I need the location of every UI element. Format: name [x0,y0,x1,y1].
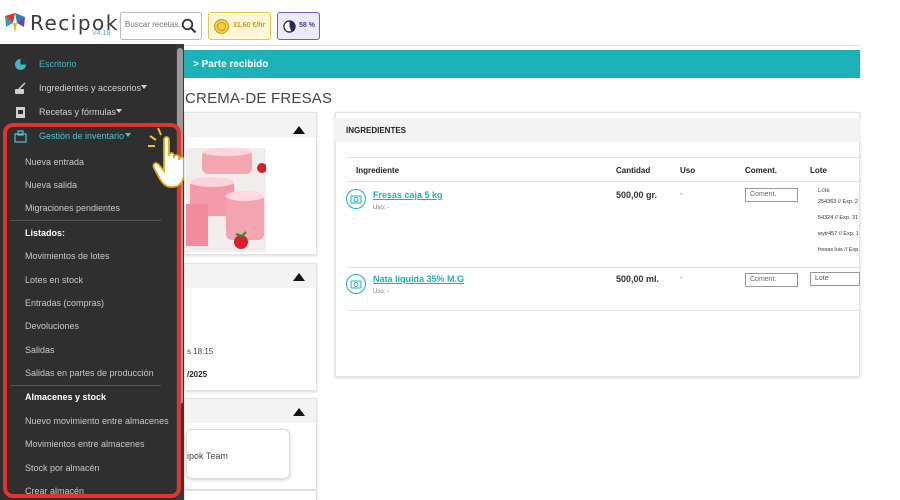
pie-chart-icon [15,59,26,70]
percent-badge[interactable]: 58 % [277,12,320,40]
sidebar-item-ingredientes[interactable]: Ingredientes y accesorios [0,76,176,100]
search-input[interactable] [125,20,183,29]
lote-option[interactable]: 254363 // Exp. 2 [818,199,858,205]
percent-value: 58 % [299,22,315,29]
coins-icon [214,19,229,34]
team-name: ipok Team [187,451,228,461]
table-divider [347,157,860,158]
camera-icon[interactable] [346,274,366,294]
sidebar-item-escritorio[interactable]: Escritorio [0,52,176,76]
chevron-down-icon [116,109,122,113]
lote-option[interactable]: wytr457 // Exp. 1 [818,231,859,237]
ingredient-quantity: 500,00 ml. [616,274,660,284]
search-box [120,12,202,40]
received-date: /2025 [187,370,208,379]
recipe-photo[interactable] [186,148,266,252]
sidebar-item-recetas[interactable]: Recetas y fórmulas [0,100,176,124]
ingredient-uso: Uso: - [373,205,390,211]
received-time: s 18:15 [187,347,214,356]
collapse-icon[interactable] [293,273,305,281]
comment-field[interactable]: Coment. [745,273,798,287]
banner-text: > Parte recibido [193,59,269,70]
ingredient-quantity: 500,00 gr. [616,190,658,200]
ingredient-uso-value: - [680,273,683,282]
ingredient-uso-value: - [680,189,683,198]
table-divider [347,310,860,311]
lote-option[interactable]: 54324 // Exp. 31 [818,215,858,221]
ingredients-header: INGREDIENTES [335,118,860,142]
ingredient-uso: Uso: - [373,289,390,295]
status-banner: > Parte recibido [184,50,860,78]
app-version: V4.19 [92,30,111,37]
column-ingrediente: Ingrediente [356,166,400,175]
recipe-book-icon [16,107,25,118]
camera-glyph [350,195,362,204]
page-title: CREMA-DE FRESAS [185,90,333,107]
next-card [184,490,317,500]
ingredient-link[interactable]: Nata líquida 35% M.G [373,274,464,284]
ingredient-link[interactable]: Fresas caja 5 kg [373,190,443,200]
table-divider [347,267,860,268]
team-box: ipok Team [186,429,290,479]
collapse-icon[interactable] [293,408,305,416]
search-icon[interactable] [181,18,197,34]
ingredients-card [335,112,860,377]
top-bar: Recipok V4.19 31,60 €/hr 58 % [0,0,860,46]
recipok-logo-icon [5,13,25,33]
camera-icon[interactable] [346,189,366,209]
sidebar-item-label: Escritorio [39,59,77,69]
comment-field[interactable]: Coment. [745,188,798,202]
sidebar-item-label: Recetas y fórmulas [39,107,117,117]
column-coment: Coment. [745,166,777,175]
collapse-icon[interactable] [293,126,305,134]
hourly-cost-value: 31,60 €/hr [233,22,266,29]
pie-chart-icon [283,20,296,33]
camera-glyph [350,280,362,289]
lote-select[interactable]: Lote [810,272,860,286]
table-divider [347,181,860,182]
column-uso: Uso [680,166,696,175]
chevron-down-icon [141,85,147,89]
hourly-cost-badge[interactable]: 31,60 €/hr [208,12,271,40]
app-logo[interactable]: Recipok V4.19 [4,10,117,38]
ingredients-title: INGREDIENTES [346,126,407,135]
lote-list-title: Lote [818,188,830,194]
column-lote: Lote [810,166,827,175]
mixer-icon [15,82,26,94]
sidebar-item-label: Ingredientes y accesorios [39,83,142,93]
column-cantidad: Cantidad [616,166,651,175]
lote-option[interactable]: fresas luis // Exp. [818,247,860,253]
